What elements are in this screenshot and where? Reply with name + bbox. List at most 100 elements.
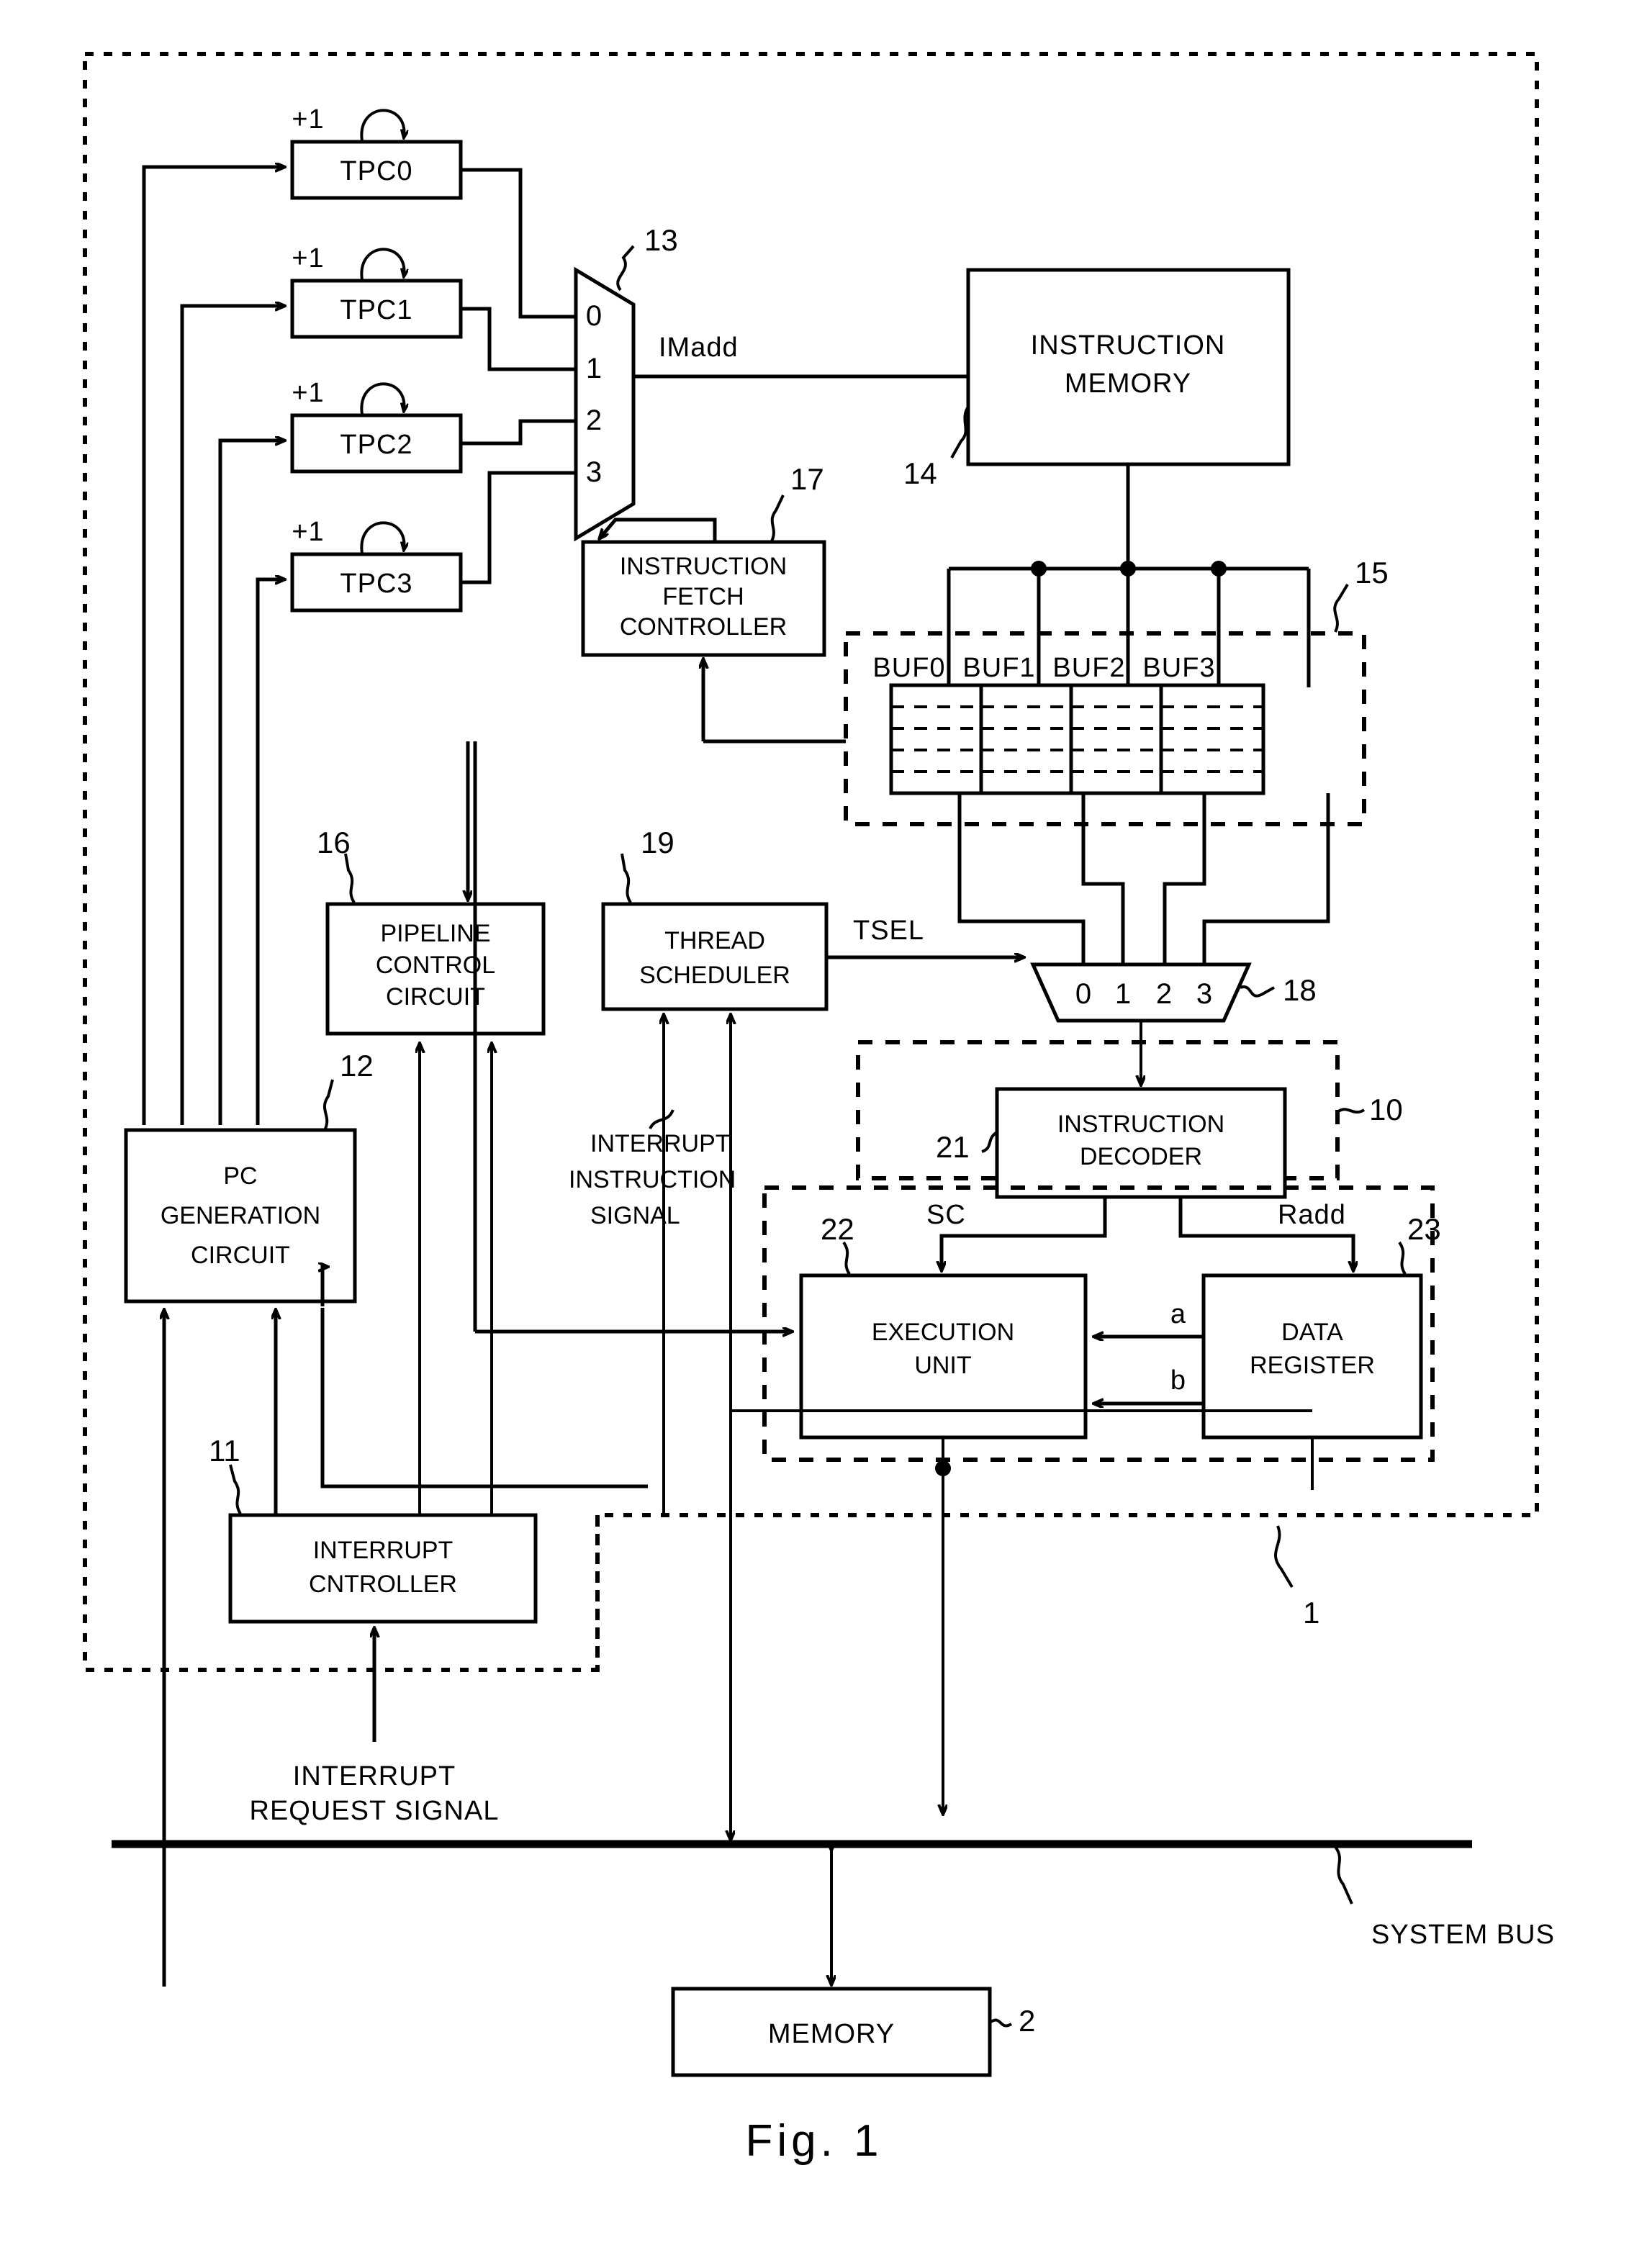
execution-unit-block[interactable]: EXECUTION UNIT (799, 1273, 1088, 1440)
ref-23: 23 (1407, 1212, 1441, 1246)
bus-connections (163, 1411, 731, 1987)
tpc0-increment: +1 (292, 104, 404, 142)
imadd-label: IMadd (659, 333, 739, 363)
pcc-leader: 16 (317, 826, 356, 904)
ref-11: 11 (209, 1434, 240, 1468)
iis-line-3: SIGNAL (590, 1202, 680, 1229)
interrupt-cntroller-block[interactable]: INTERRUPT CNTROLLER (228, 1513, 538, 1624)
buffer-3[interactable]: BUF3 (1142, 653, 1265, 795)
ifc-to-mux13-select (600, 518, 717, 542)
mux13-port-2: 2 (586, 405, 602, 436)
ref-18: 18 (1283, 973, 1317, 1007)
tpc3-increment-label: +1 (292, 517, 324, 547)
tpc2-block[interactable]: TPC2 (290, 413, 463, 474)
tpc0-block[interactable]: TPC0 (290, 140, 463, 200)
tpc2-increment-label: +1 (292, 378, 324, 408)
dr-line-2: REGISTER (1250, 1352, 1375, 1379)
instruction-memory-block[interactable]: INSTRUCTION MEMORY (966, 268, 1291, 466)
ic-leader: 11 (209, 1434, 242, 1515)
interrupt-request-signal: INTERRUPT REQUEST SIGNAL (250, 1628, 500, 1826)
datareg-port-b: b (1094, 1365, 1204, 1404)
buf1-label: BUF1 (962, 653, 1035, 683)
id-line-2: DECODER (1080, 1143, 1202, 1170)
eu-line-1: EXECUTION (872, 1319, 1014, 1346)
tpc1-increment: +1 (292, 243, 404, 281)
tpc1-label: TPC1 (340, 295, 412, 325)
tpc1-block[interactable]: TPC1 (290, 279, 463, 339)
ref-14: 14 (903, 456, 937, 490)
ref-19: 19 (641, 826, 674, 859)
pcc-line-2: CONTROL (376, 952, 495, 979)
tpc1-increment-label: +1 (292, 243, 324, 274)
tpc2-increment: +1 (292, 378, 404, 415)
dr-line-1: DATA (1281, 1319, 1343, 1346)
iis-line-1: INTERRUPT (590, 1130, 731, 1157)
ifc-leader: 17 (770, 462, 824, 542)
ifc-line-1: INSTRUCTION (620, 553, 787, 580)
execution-unit-leader: 22 (821, 1212, 854, 1275)
ref-16: 16 (317, 826, 351, 859)
eu-dr-bus-stubs (935, 1437, 1314, 1814)
instruction-fetch-controller-block[interactable]: INSTRUCTION FETCH CONTROLLER (581, 540, 826, 657)
instruction-memory-line-2: MEMORY (1065, 369, 1191, 399)
eu-line-2: UNIT (914, 1352, 971, 1379)
iis-line-2: INSTRUCTION (569, 1166, 736, 1193)
pcg-line-2: GENERATION (161, 1202, 320, 1229)
ifc-line-3: CONTROLLER (620, 613, 787, 641)
core-region-leader: 10 (1336, 1093, 1403, 1126)
thread-scheduler-block[interactable]: THREAD SCHEDULER (601, 902, 829, 1011)
port-b-label: b (1170, 1365, 1186, 1396)
pcg-line-3: CIRCUIT (191, 1242, 290, 1269)
execution-unit-left-input (473, 741, 792, 1332)
ref-1: 1 (1303, 1596, 1319, 1630)
mux-13[interactable]: 0 1 2 3 (574, 266, 636, 542)
ref-10: 10 (1369, 1093, 1403, 1126)
tpc3-block[interactable]: TPC3 (290, 552, 463, 613)
tpc0-increment-label: +1 (292, 104, 324, 135)
pipeline-control-circuit-block[interactable]: PIPELINE CONTROL CIRCUIT (325, 902, 546, 1036)
tpc3-label: TPC3 (340, 569, 412, 599)
figure-caption: Fig. 1 (745, 2116, 883, 2166)
pcgen-inputs (164, 1267, 648, 1987)
mux18-leader: 18 (1240, 973, 1317, 1007)
radd-signal: Radd (1178, 1197, 1353, 1270)
ts-leader: 19 (621, 826, 674, 904)
tpc0-label: TPC0 (340, 156, 412, 186)
tpc3-increment: +1 (292, 517, 404, 554)
instruction-memory-leader: 14 (903, 405, 970, 490)
memory-block[interactable]: MEMORY (671, 1987, 992, 2077)
radd-label: Radd (1278, 1200, 1346, 1230)
mux-18[interactable]: 0 1 2 3 (1030, 962, 1252, 1023)
mux13-port-0: 0 (586, 300, 602, 332)
ts-line-1: THREAD (664, 927, 765, 954)
pcc-line-3: CIRCUIT (386, 983, 485, 1011)
instruction-decoder-block[interactable]: INSTRUCTION DECODER (995, 1087, 1287, 1199)
buffers-to-mux18-wires (957, 793, 1330, 964)
ref-17: 17 (790, 462, 824, 496)
ref-12: 12 (340, 1049, 374, 1083)
system-bus: SYSTEM BUS (112, 1840, 1555, 1950)
pcg-leader: 12 (323, 1049, 374, 1129)
interrupt-instruction-signal-label: INTERRUPT INSTRUCTION SIGNAL (569, 1109, 736, 1229)
port-a-label: a (1170, 1299, 1186, 1329)
mux13-port-3: 3 (586, 456, 602, 488)
datareg-port-a: a (1094, 1299, 1204, 1337)
buf3-label: BUF3 (1142, 653, 1215, 683)
data-register-leader: 23 (1398, 1212, 1441, 1275)
buf2-label: BUF2 (1052, 653, 1125, 683)
tpc-to-mux13-wires (461, 168, 576, 584)
ic-line-2: CNTROLLER (309, 1571, 457, 1598)
pcgen-to-tpc-wires (142, 167, 284, 1125)
irq-line-2: REQUEST SIGNAL (250, 1796, 500, 1826)
buffer-region-leader: 15 (1333, 556, 1389, 633)
mux13-port-1: 1 (586, 353, 602, 384)
data-register-block[interactable]: DATA REGISTER (1201, 1273, 1423, 1440)
ifc-line-2: FETCH (662, 583, 744, 610)
irq-line-1: INTERRUPT (293, 1761, 456, 1792)
system-bus-label: SYSTEM BUS (1371, 1920, 1555, 1950)
mux13-leader: 13 (616, 223, 678, 292)
tpc2-label: TPC2 (340, 430, 412, 460)
pcg-line-1: PC (223, 1162, 257, 1190)
pc-generation-circuit-block[interactable]: PC GENERATION CIRCUIT (124, 1128, 357, 1304)
ref-2: 2 (1019, 2004, 1035, 2038)
